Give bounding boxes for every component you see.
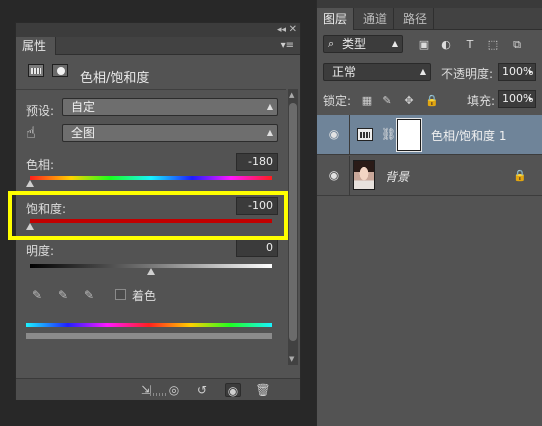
layer-mask-thumbnail[interactable]	[396, 118, 422, 152]
lightness-value-field[interactable]: 0	[236, 239, 278, 257]
hue-value-field[interactable]: -180	[236, 153, 278, 171]
trash-icon[interactable]: 🗑	[255, 383, 271, 397]
lightness-slider-thumb[interactable]	[147, 268, 155, 275]
layer-divider	[349, 115, 350, 155]
layer-row-hue-saturation[interactable]: ◉ ⛓ 色相/饱和度 1	[317, 115, 542, 155]
lock-pixels-icon[interactable]: ✎	[381, 95, 393, 107]
properties-titlebar[interactable]: ◂◂ ✕	[16, 23, 300, 37]
hue-label: 色相:	[26, 158, 55, 172]
layer-filter-dropdown[interactable]: ⌕ 类型 ▲	[323, 35, 403, 53]
reset-icon[interactable]: ↺	[194, 383, 210, 397]
layers-panel: 图层 通道 路径 ⌕ 类型 ▲ ▣ ◐ T ⬚ ⧉ 正常 ▲ 不透明度: 100…	[316, 0, 542, 426]
eye-icon[interactable]: ◉	[326, 169, 342, 181]
layers-empty-area[interactable]	[317, 197, 542, 426]
preset-value: 自定	[71, 100, 96, 114]
hue-slider-thumb[interactable]	[26, 180, 34, 187]
filter-adjustment-icon[interactable]: ◐	[439, 38, 453, 52]
layer-name[interactable]: 色相/饱和度 1	[431, 127, 507, 144]
scrollbar[interactable]: ▲ ▼	[288, 89, 298, 365]
preset-dropdown[interactable]: 自定 ▲	[62, 98, 278, 116]
updown-caret-icon: ▲	[391, 39, 398, 48]
blend-mode-dropdown[interactable]: 正常 ▲	[323, 63, 431, 81]
lock-transparent-icon[interactable]: ▦	[361, 95, 373, 107]
chain-link-icon[interactable]: ⛓	[381, 127, 396, 141]
scrollbar-thumb[interactable]	[289, 103, 297, 341]
tab-channels[interactable]: 通道	[357, 8, 395, 30]
range-value: 全图	[71, 126, 96, 140]
layers-tabbar: 图层 通道 路径	[317, 8, 542, 30]
layer-divider	[349, 156, 350, 196]
highlight-box	[8, 191, 288, 240]
range-dropdown[interactable]: 全图 ▲	[62, 124, 278, 142]
filter-shape-icon[interactable]: ⬚	[486, 38, 500, 52]
filter-pixel-icon[interactable]: ▣	[417, 38, 431, 52]
targeted-adjustment-hand-icon[interactable]: ☝	[26, 123, 36, 142]
scroll-up-icon[interactable]: ▲	[289, 91, 294, 99]
lock-all-icon[interactable]: 🔒	[425, 95, 439, 107]
colorize-checkbox[interactable]	[115, 289, 126, 300]
lock-label: 锁定:	[323, 94, 352, 108]
opacity-field[interactable]: 100% ▸	[498, 63, 536, 81]
updown-caret-icon: ▲	[266, 128, 273, 137]
fill-label: 填充:	[467, 94, 496, 108]
layer-name[interactable]: 背景	[385, 168, 409, 185]
eyedropper-icon[interactable]: ✎	[32, 289, 44, 301]
eyedropper-plus-icon[interactable]: ✎	[58, 289, 70, 301]
updown-caret-icon: ▲	[266, 102, 273, 111]
layer-thumbnail[interactable]	[353, 160, 375, 190]
lightness-label: 明度:	[26, 244, 55, 258]
collapse-panel-icon[interactable]: ◂◂	[277, 23, 286, 37]
tab-paths[interactable]: 路径	[397, 8, 435, 30]
search-icon: ⌕	[328, 37, 335, 50]
panel-menu-icon[interactable]: ▾≡	[281, 37, 294, 55]
adjustment-title: 色相/饱和度	[80, 71, 150, 86]
eye-icon[interactable]: ◉	[326, 128, 342, 140]
adjustment-thumbnail-icon[interactable]	[357, 128, 373, 141]
close-panel-icon[interactable]: ✕	[289, 23, 297, 37]
filter-smart-object-icon[interactable]: ⧉	[510, 38, 524, 52]
lock-position-icon[interactable]: ✥	[403, 95, 415, 107]
preset-label: 预设:	[26, 104, 55, 118]
dropdown-caret-icon: ▸	[528, 67, 533, 76]
view-previous-icon[interactable]: ◎	[166, 383, 182, 397]
hue-slider-track[interactable]	[30, 176, 272, 180]
properties-tabbar: 属性 ▾≡	[16, 37, 300, 55]
output-color-bar	[26, 333, 272, 339]
dropdown-caret-icon: ▸	[528, 94, 533, 103]
lock-icon[interactable]: 🔒	[513, 169, 527, 182]
layer-row-background[interactable]: ◉ 背景 🔒	[317, 156, 542, 196]
divider	[16, 89, 286, 90]
properties-footer: ⇲ ◎ ↺ ◉ 🗑	[16, 378, 300, 400]
layers-top-strip	[317, 0, 542, 8]
opacity-label: 不透明度:	[441, 67, 494, 81]
adjustment-layer-icon[interactable]	[28, 64, 44, 77]
visibility-icon[interactable]: ◉	[225, 383, 241, 398]
tab-properties[interactable]: 属性	[16, 37, 56, 55]
blend-mode-value: 正常	[332, 65, 357, 79]
layer-mask-icon[interactable]	[52, 64, 68, 77]
input-color-bar	[26, 323, 272, 327]
colorize-label: 着色	[132, 289, 157, 303]
eyedropper-minus-icon[interactable]: ✎	[84, 289, 96, 301]
filter-type-icon[interactable]: T	[463, 38, 477, 52]
tab-layers[interactable]: 图层	[317, 8, 355, 30]
scroll-down-icon[interactable]: ▼	[289, 355, 294, 363]
resize-grip[interactable]	[150, 393, 168, 396]
fill-field[interactable]: 100% ▸	[498, 90, 536, 108]
filter-type-value: 类型	[342, 37, 367, 51]
updown-caret-icon: ▲	[419, 67, 426, 76]
